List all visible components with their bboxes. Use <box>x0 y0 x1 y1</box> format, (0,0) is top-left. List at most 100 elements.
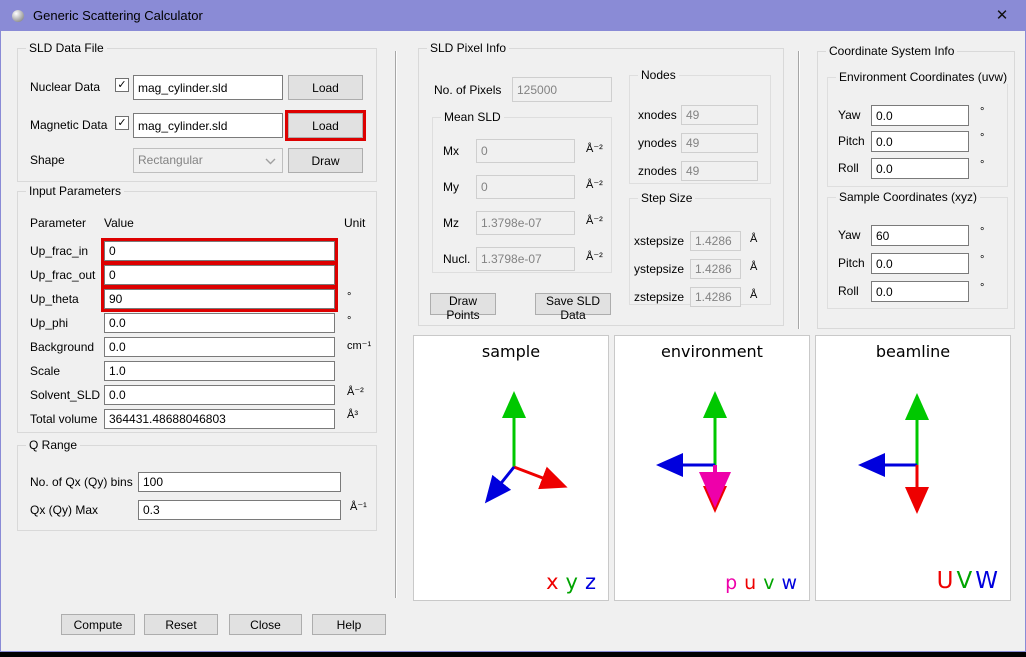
sample-roll-label: Roll <box>838 284 859 298</box>
environment-axes-figure <box>615 336 811 600</box>
sample-axes-panel: sample xyz <box>413 335 609 601</box>
beamline-axes-legend: UVW <box>934 568 998 594</box>
env-yaw-input[interactable] <box>871 105 969 126</box>
zstepsize-unit: Å <box>750 289 757 301</box>
environment-coordinates-group: Environment Coordinates (uvw) Yaw ° Pitc… <box>827 77 1008 187</box>
beamline-axes-figure <box>816 336 1012 600</box>
xstepsize-unit: Å <box>750 233 757 245</box>
group-title: Q Range <box>26 438 80 452</box>
axis-label-U: U <box>937 568 954 594</box>
q-range-group: Q Range No. of Qx (Qy) bins Qx (Qy) Max … <box>17 445 377 531</box>
scale-input[interactable] <box>104 361 335 381</box>
environment-axes-legend: puvw <box>718 572 797 594</box>
compute-button[interactable]: Compute <box>61 614 135 635</box>
my-label: My <box>443 180 459 194</box>
env-pitch-unit: ° <box>980 132 984 144</box>
mx-unit: Å⁻² <box>586 142 603 155</box>
axis-label-u: u <box>744 572 756 594</box>
close-button[interactable]: Close <box>229 614 302 635</box>
no-of-pixels-value <box>512 77 612 102</box>
sample-roll-input[interactable] <box>871 281 969 302</box>
titlebar: Generic Scattering Calculator ✕ <box>1 1 1025 31</box>
group-title: SLD Data File <box>26 41 107 55</box>
nucl-value <box>476 247 575 271</box>
xstepsize-label: xstepsize <box>634 234 684 248</box>
axis-label-z: z <box>585 570 596 594</box>
shape-select[interactable]: Rectangular <box>133 148 283 173</box>
background-input[interactable] <box>104 337 335 357</box>
zstepsize-label: zstepsize <box>634 290 684 304</box>
sample-yaw-label: Yaw <box>838 228 860 242</box>
window-title: Generic Scattering Calculator <box>33 1 203 31</box>
env-roll-input[interactable] <box>871 158 969 179</box>
load-nuclear-button[interactable]: Load <box>288 75 363 100</box>
ystepsize-value <box>690 259 741 279</box>
solvent-sld-label: Solvent_SLD <box>30 388 100 402</box>
coordinate-system-info-group: Coordinate System Info Environment Coord… <box>817 51 1015 329</box>
vertical-divider <box>798 51 800 329</box>
znodes-label: znodes <box>638 164 677 178</box>
magnetic-data-checkbox[interactable]: ✓ <box>115 116 129 130</box>
sample-pitch-unit: ° <box>980 254 984 266</box>
up-theta-input[interactable] <box>104 289 335 309</box>
xnodes-label: xnodes <box>638 108 677 122</box>
group-title: Coordinate System Info <box>826 44 957 58</box>
nuclear-data-file-input[interactable] <box>133 75 283 100</box>
env-pitch-label: Pitch <box>838 134 865 148</box>
axis-label-V: V <box>957 568 973 594</box>
qxy-max-input[interactable] <box>138 500 341 520</box>
sample-pitch-label: Pitch <box>838 256 865 270</box>
up-frac-out-input[interactable] <box>104 265 335 285</box>
unit-column-header: Unit <box>344 216 365 230</box>
mx-value <box>476 139 575 163</box>
up-phi-unit: ° <box>347 315 351 327</box>
qxy-max-label: Qx (Qy) Max <box>30 503 98 517</box>
nuclear-data-label: Nuclear Data <box>30 80 100 94</box>
help-button[interactable]: Help <box>312 614 386 635</box>
qxy-max-unit: Å⁻¹ <box>350 500 367 513</box>
env-roll-unit: ° <box>980 159 984 171</box>
up-frac-in-input[interactable] <box>104 241 335 261</box>
solvent-sld-unit: Å⁻² <box>347 385 364 398</box>
env-yaw-unit: ° <box>980 106 984 118</box>
sld-data-file-group: SLD Data File Nuclear Data ✓ Load Magnet… <box>17 48 377 182</box>
sample-coordinates-group: Sample Coordinates (xyz) Yaw ° Pitch ° R… <box>827 197 1008 309</box>
load-magnetic-button[interactable]: Load <box>288 113 363 138</box>
vertical-divider <box>395 51 397 598</box>
draw-points-button[interactable]: Draw Points <box>430 293 496 315</box>
qxy-bins-input[interactable] <box>138 472 341 492</box>
axis-label-w: w <box>781 572 797 594</box>
up-frac-out-label: Up_frac_out <box>30 268 95 282</box>
axis-label-p: p <box>725 572 737 594</box>
nuclear-data-checkbox[interactable]: ✓ <box>115 78 129 92</box>
total-volume-label: Total volume <box>30 412 97 426</box>
value-column-header: Value <box>104 216 134 230</box>
mx-label: Mx <box>443 144 459 158</box>
sample-pitch-input[interactable] <box>871 253 969 274</box>
sld-pixel-info-group: SLD Pixel Info No. of Pixels Mean SLD Mx… <box>418 48 784 326</box>
scale-label: Scale <box>30 364 60 378</box>
app-icon <box>12 10 24 22</box>
env-pitch-input[interactable] <box>871 131 969 152</box>
znodes-value <box>681 161 758 181</box>
shape-selected-value: Rectangular <box>138 153 203 167</box>
magnetic-data-file-input[interactable] <box>133 113 283 138</box>
up-phi-input[interactable] <box>104 313 335 333</box>
reset-button[interactable]: Reset <box>144 614 218 635</box>
close-icon[interactable]: ✕ <box>987 1 1017 31</box>
no-of-pixels-label: No. of Pixels <box>434 83 501 97</box>
axis-label-v: v <box>763 572 774 594</box>
xnodes-value <box>681 105 758 125</box>
save-sld-data-button[interactable]: Save SLD Data <box>535 293 611 315</box>
parameter-column-header: Parameter <box>30 216 86 230</box>
qxy-bins-label: No. of Qx (Qy) bins <box>30 475 133 489</box>
beamline-axes-panel: beamline UVW <box>815 335 1011 601</box>
sample-roll-unit: ° <box>980 282 984 294</box>
draw-button[interactable]: Draw <box>288 148 363 173</box>
my-value <box>476 175 575 199</box>
total-volume-input[interactable] <box>104 409 335 429</box>
solvent-sld-input[interactable] <box>104 385 335 405</box>
mean-sld-group: Mean SLD Mx Å⁻² My Å⁻² Mz Å⁻² Nucl. Å⁻² <box>432 117 612 273</box>
sample-yaw-input[interactable] <box>871 225 969 246</box>
ynodes-label: ynodes <box>638 136 677 150</box>
